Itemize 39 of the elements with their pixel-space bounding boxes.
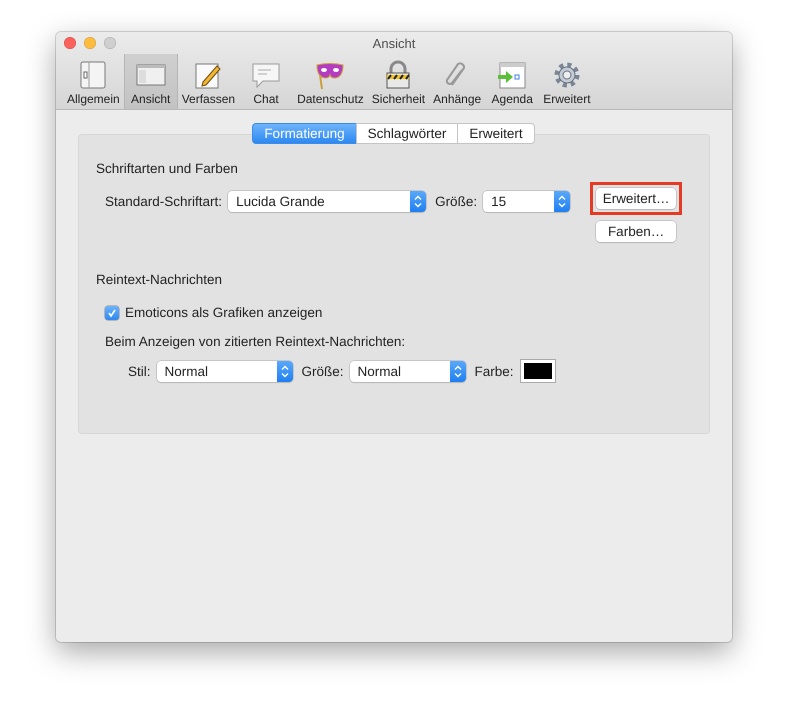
font-select[interactable]: Lucida Grande (228, 191, 426, 212)
zoom-button[interactable] (104, 37, 116, 49)
dialog-button[interactable]: Erweitert… (596, 188, 676, 209)
toolbar-tab[interactable]: Erweitert (539, 54, 595, 109)
stepper-icon (450, 360, 466, 382)
toolbar-tab[interactable]: Chat (239, 54, 294, 109)
mask-icon (315, 60, 346, 90)
field-label: Größe: (435, 194, 478, 209)
size-select[interactable]: 15 (483, 191, 570, 212)
checkbox-label: Emoticons als Grafiken anzeigen (125, 305, 322, 320)
toolbar-tab[interactable]: Datenschutz (293, 54, 368, 109)
dialog-button[interactable]: Farben… (596, 221, 676, 242)
tab[interactable]: Schlagwörter (356, 123, 458, 144)
stepper-icon (554, 191, 570, 212)
window-title: Ansicht (372, 36, 416, 50)
close-button[interactable] (64, 37, 76, 49)
style-select[interactable]: Normal (156, 360, 293, 382)
checkbox[interactable] (105, 306, 119, 320)
field-label: Beim Anzeigen von zitierten Reintext-Nachrichten: (105, 334, 406, 349)
stepper-icon (276, 360, 293, 382)
minimize-button[interactable] (84, 37, 96, 49)
gear-icon (552, 60, 582, 90)
toolbar-tab[interactable]: Agenda (485, 54, 540, 109)
field-label: Stil: (128, 364, 151, 378)
tab[interactable]: Erweitert (457, 123, 535, 144)
section-heading: Schriftarten und Farben (96, 161, 239, 176)
color-well[interactable] (520, 359, 556, 383)
field-label: Standard-Schriftart: (105, 194, 222, 209)
field-label: Größe: (302, 364, 344, 378)
stepper-icon (410, 191, 426, 212)
toolbar-tab[interactable]: Ansicht (124, 54, 178, 109)
toolbar-tab[interactable]: Allgemein (63, 54, 124, 109)
section-heading: Reintext-Nachrichten (96, 272, 224, 287)
toolbar-tab[interactable]: Anhänge (429, 54, 486, 109)
toolbar-tab[interactable]: Verfassen (178, 54, 240, 109)
toolbar-tab[interactable]: Sicherheit (368, 54, 430, 109)
switch-panel-icon (78, 60, 108, 90)
size-select[interactable]: Normal (350, 360, 466, 382)
field-label: Farbe: (474, 364, 514, 378)
